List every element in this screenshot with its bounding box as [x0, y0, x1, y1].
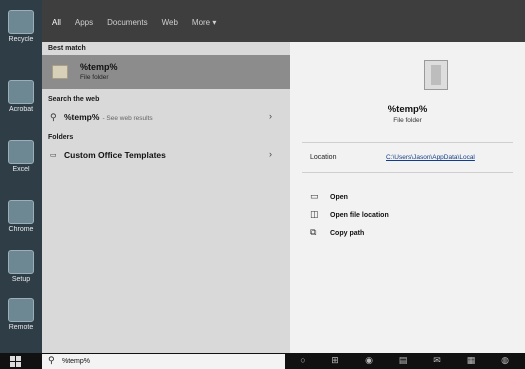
- search-icon: ⚲: [48, 355, 55, 365]
- web-result-row[interactable]: ⚲ %temp% - See web results ›: [42, 108, 290, 126]
- best-match-subtitle: File folder: [80, 74, 109, 81]
- mail-icon[interactable]: ✉: [430, 355, 444, 367]
- desktop-icon-label: Recycle: [8, 36, 34, 43]
- best-match-item[interactable]: %temp% File folder: [42, 55, 290, 89]
- open-action-label: Open: [330, 194, 348, 201]
- folder-result-title: Custom Office Templates: [64, 150, 166, 160]
- chrome-icon: [8, 200, 34, 224]
- results-list: Best match %temp% File folder Search the…: [42, 42, 290, 353]
- desktop-icon-label: Chrome: [8, 226, 34, 233]
- tab-documents[interactable]: Documents: [107, 18, 147, 27]
- settings-icon[interactable]: ◍: [498, 355, 512, 367]
- chrome-icon[interactable]: ◉: [362, 355, 376, 367]
- folder-result-row[interactable]: ▭ Custom Office Templates ›: [42, 146, 290, 164]
- search-input[interactable]: [62, 356, 277, 367]
- location-label: Location: [310, 154, 337, 161]
- chevron-right-icon: ›: [269, 149, 272, 159]
- tab-apps[interactable]: Apps: [75, 18, 93, 27]
- remote-icon: [8, 298, 34, 322]
- desktop-icon-recycle[interactable]: Recycle: [3, 10, 39, 50]
- search-web-heading: Search the web: [48, 96, 100, 103]
- copy-icon: ⧉: [310, 227, 317, 237]
- chevron-right-icon: ›: [269, 111, 272, 121]
- best-match-title: %temp%: [80, 62, 118, 72]
- open-action[interactable]: ▭ Open: [310, 186, 348, 201]
- copy-path-label: Copy path: [330, 230, 365, 237]
- desktop-icon-label: Setup: [11, 276, 31, 283]
- open-file-location-action[interactable]: ◫ Open file location: [310, 204, 389, 219]
- excel-icon: [8, 140, 34, 164]
- recycle-bin-icon: [8, 10, 34, 34]
- preview-pane: %temp% File folder Location C:\Users\Jas…: [290, 42, 525, 353]
- folder-small-icon: ▭: [50, 152, 57, 159]
- task-view-icon[interactable]: ⊞: [328, 355, 342, 367]
- windows-start-icon[interactable]: [10, 356, 21, 367]
- copy-path-action[interactable]: ⧉ Copy path: [310, 222, 365, 237]
- desktop-icon-setup[interactable]: Setup: [3, 250, 39, 290]
- divider: [302, 172, 513, 173]
- tab-more[interactable]: More ▾: [192, 18, 216, 27]
- acrobat-icon: [8, 80, 34, 104]
- taskbar: ⚲ ○ ⊞ ◉ ▤ ✉ ▦ ◍: [0, 353, 525, 369]
- web-result-query: %temp%: [64, 112, 100, 122]
- desktop-icon-label: Excel: [12, 166, 30, 173]
- open-folder-icon: ◫: [310, 209, 319, 219]
- taskbar-search-box[interactable]: ⚲: [42, 354, 285, 369]
- store-icon[interactable]: ▦: [464, 355, 478, 367]
- desktop-icon-chrome[interactable]: Chrome: [3, 200, 39, 240]
- location-link[interactable]: C:\Users\Jason\AppData\Local: [386, 154, 475, 161]
- folder-large-icon: [424, 60, 448, 90]
- open-file-location-label: Open file location: [330, 212, 389, 219]
- desktop-icon-acrobat[interactable]: Acrobat: [3, 80, 39, 120]
- search-header: All Apps Documents Web More ▾: [42, 0, 525, 42]
- desktop-icon-excel[interactable]: Excel: [3, 140, 39, 180]
- divider: [302, 142, 513, 143]
- desktop-icon-remote[interactable]: Remote: [3, 298, 39, 338]
- setup-icon: [8, 250, 34, 274]
- tab-all[interactable]: All: [52, 18, 61, 27]
- cortana-icon[interactable]: ○: [296, 355, 310, 367]
- tab-web[interactable]: Web: [162, 18, 178, 27]
- search-panel: All Apps Documents Web More ▾ Best match…: [42, 0, 525, 353]
- explorer-icon[interactable]: ▤: [396, 355, 410, 367]
- folders-heading: Folders: [48, 134, 74, 141]
- desktop-icon-label: Remote: [8, 324, 34, 331]
- web-result-hint: - See web results: [102, 115, 153, 122]
- filter-tabs: All Apps Documents Web More ▾: [52, 18, 216, 27]
- web-result-title: %temp% - See web results: [64, 112, 153, 122]
- desktop-icon-label: Acrobat: [8, 106, 34, 113]
- preview-title: %temp%: [387, 104, 428, 115]
- folder-icon: [52, 65, 68, 79]
- best-match-heading: Best match: [48, 45, 86, 52]
- search-icon: ⚲: [50, 112, 57, 122]
- open-icon: ▭: [310, 191, 319, 201]
- preview-subtitle: File folder: [393, 117, 422, 124]
- desktop-strip: Recycle Acrobat Excel Chrome Setup Remot…: [0, 0, 42, 353]
